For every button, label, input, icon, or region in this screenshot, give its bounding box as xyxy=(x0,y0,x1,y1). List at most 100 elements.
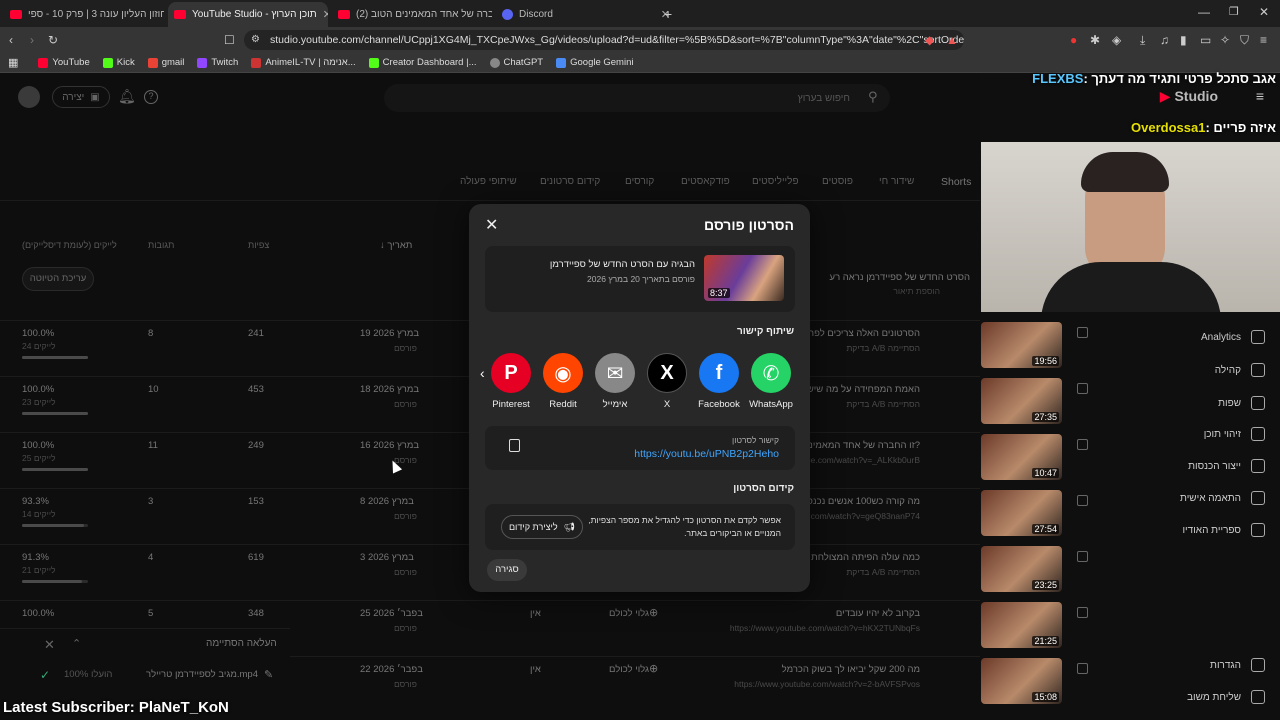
bookmark-gmail[interactable]: gmail xyxy=(147,57,184,68)
sidebar-item-label: קהילה xyxy=(1214,364,1241,376)
close-icon[interactable]: ✕ xyxy=(485,215,498,235)
share-email-button[interactable]: ✉ אימייל xyxy=(595,353,635,410)
bookmark-animeil[interactable]: AnimeIL-TV | אנימה... xyxy=(251,57,356,68)
video-link[interactable]: https://youtu.be/uPNB2p2Heho xyxy=(634,448,779,460)
tab-promotions[interactable]: קידום סרטונים xyxy=(540,176,600,187)
close-window-icon[interactable]: ✕ xyxy=(1259,5,1269,19)
sidebar-item-settings[interactable]: הגדרות xyxy=(1210,658,1265,672)
sidebar-item-community[interactable]: קהילה xyxy=(1215,363,1265,377)
column-comments[interactable]: תגובות xyxy=(148,240,174,250)
wallet-icon[interactable]: ▭ xyxy=(1200,33,1211,47)
row-checkbox[interactable] xyxy=(1077,327,1088,338)
browser-tab-active[interactable]: YouTube Studio - תוכן הערוץ ✕ xyxy=(168,2,328,27)
video-thumbnail[interactable]: 15:08 xyxy=(981,658,1062,704)
downloads-icon[interactable]: ⤓ xyxy=(1140,33,1145,47)
sidebar-item-feedback[interactable]: שליחת משוב xyxy=(1187,690,1265,704)
edit-draft-button[interactable]: עריכת הטיוטה xyxy=(22,267,94,291)
sidebar-item-copyright[interactable]: זיהוי תוכן xyxy=(1204,427,1265,441)
bookmark-kick[interactable]: Kick xyxy=(102,57,135,68)
extension-icon[interactable]: ● xyxy=(1070,33,1077,47)
tab-courses[interactable]: קורסים xyxy=(625,176,654,187)
avatar[interactable] xyxy=(18,86,40,108)
browser-tab[interactable]: האחוזון העליון עונה 3 | פרק 10 - ספי... xyxy=(4,4,164,24)
maximize-icon[interactable]: ❐ xyxy=(1229,5,1239,18)
sidebar-item-audio-library[interactable]: ספריית האודיו xyxy=(1182,523,1265,537)
search-input[interactable]: חיפוש בערוץ xyxy=(384,84,890,112)
video-thumbnail[interactable]: 27:54 xyxy=(981,490,1062,536)
site-info-icon[interactable]: ⚙ xyxy=(251,33,260,47)
share-facebook-button[interactable]: f Facebook xyxy=(698,353,740,410)
create-button[interactable]: יצירה ▣ xyxy=(52,86,110,108)
chevron-up-icon[interactable]: ⌃ xyxy=(72,637,81,650)
close-icon[interactable]: ✕ xyxy=(44,637,55,653)
row-checkbox[interactable] xyxy=(1077,383,1088,394)
column-date[interactable]: ↓ תאריך xyxy=(380,240,412,251)
row-checkbox[interactable] xyxy=(1077,607,1088,618)
hamburger-menu-icon[interactable]: ≡ xyxy=(1256,88,1264,104)
bookmark-youtube[interactable]: YouTube xyxy=(38,57,90,68)
address-bar[interactable]: studio.youtube.com/channel/UCppj1XG4Mj_T… xyxy=(244,30,964,50)
share-x-button[interactable]: XX xyxy=(647,353,687,410)
share-reddit-button[interactable]: ◉ Reddit xyxy=(543,353,583,410)
back-icon[interactable]: ‹ xyxy=(9,33,13,47)
bookmark-icon[interactable]: ☐ xyxy=(224,33,235,47)
bookmark-creator-dashboard[interactable]: Creator Dashboard |... xyxy=(368,57,477,68)
copy-icon[interactable] xyxy=(509,439,520,452)
row-checkbox[interactable] xyxy=(1077,663,1088,674)
edit-pencil-icon[interactable]: ✎ xyxy=(264,668,273,681)
row-checkbox[interactable] xyxy=(1077,439,1088,450)
share-pinterest-button[interactable]: P Pinterest xyxy=(491,353,531,410)
sidebar-toggle-icon[interactable]: ▮ xyxy=(1180,33,1187,47)
browser-tab[interactable]: זו החברה של אחד המאמינים הטוב (2) xyxy=(332,4,492,24)
vpn-icon[interactable]: ⛉ xyxy=(1240,33,1249,47)
reddit-icon: ◉ xyxy=(543,353,583,393)
video-thumbnail[interactable]: 21:25 xyxy=(981,602,1062,648)
sidebar-item-customization[interactable]: התאמה אישית xyxy=(1180,491,1265,505)
apps-icon[interactable]: ▦ xyxy=(8,56,18,69)
sidebar-item-languages[interactable]: שפות xyxy=(1218,396,1265,410)
video-thumbnail[interactable]: 19:56 xyxy=(981,322,1062,368)
bookmark-twitch[interactable]: Twitch xyxy=(197,57,238,68)
tab-live[interactable]: שידור חי xyxy=(879,176,914,187)
link-label: קישור לסרטון xyxy=(732,435,779,445)
chevron-left-icon[interactable]: ‹ xyxy=(480,365,485,381)
new-tab-icon[interactable]: + xyxy=(664,6,672,22)
leo-icon[interactable]: ✧ xyxy=(1220,33,1230,47)
brave-rewards-icon[interactable]: ▲ xyxy=(946,33,958,47)
share-whatsapp-button[interactable]: ✆ WhatsApp xyxy=(749,353,793,410)
menu-icon[interactable]: ≡ xyxy=(1260,33,1267,47)
bookmark-gemini[interactable]: Google Gemini xyxy=(556,57,633,68)
video-thumbnail[interactable]: 10:47 xyxy=(981,434,1062,480)
tab-collaborations[interactable]: שיתופי פעולה xyxy=(460,176,517,187)
tab-posts[interactable]: פוסטים xyxy=(822,176,853,187)
row-checkbox[interactable] xyxy=(1077,551,1088,562)
close-button[interactable]: סגירה xyxy=(487,559,527,581)
extensions-icon[interactable]: ✱ xyxy=(1090,33,1100,47)
minimize-icon[interactable]: — xyxy=(1198,5,1210,19)
globe-icon: ⊕ xyxy=(649,607,659,619)
video-thumbnail[interactable]: 27:35 xyxy=(981,378,1062,424)
notifications-icon[interactable]: 🔔︎ xyxy=(118,88,136,105)
video-date: 18 במרץ 2026 xyxy=(360,384,420,395)
tab-playlists[interactable]: פלייליסטים xyxy=(752,176,799,187)
brave-shield-icon[interactable]: ◆ xyxy=(925,33,934,47)
help-icon[interactable]: ? xyxy=(144,90,158,104)
close-tab-icon[interactable]: ✕ xyxy=(323,8,328,21)
search-icon[interactable]: ⚲ xyxy=(868,89,878,105)
tab-podcasts[interactable]: פודקאסטים xyxy=(681,176,730,187)
bookmark-chatgpt[interactable]: ChatGPT xyxy=(489,57,543,68)
sidebar-item-analytics[interactable]: Analytics xyxy=(1201,330,1265,344)
video-thumbnail[interactable]: 8:37 xyxy=(704,255,784,301)
reload-icon[interactable]: ↻ xyxy=(48,33,58,47)
column-likes[interactable]: לייקים (לעומת דיסלייקים) xyxy=(22,240,117,250)
tab-shorts[interactable]: Shorts xyxy=(941,176,971,188)
browser-tab[interactable]: Discord ✕ xyxy=(496,4,676,24)
row-checkbox[interactable] xyxy=(1077,495,1088,506)
sidebar-item-monetization[interactable]: ייצור הכנסות xyxy=(1188,459,1265,473)
media-icon[interactable]: ♫ xyxy=(1160,33,1169,47)
forward-icon[interactable]: › xyxy=(30,33,34,47)
create-promotion-button[interactable]: ליצירת קידום 📢︎ xyxy=(501,515,583,539)
video-thumbnail[interactable]: 23:25 xyxy=(981,546,1062,592)
column-views[interactable]: צפיות xyxy=(248,240,269,250)
extension-icon[interactable]: ◈ xyxy=(1112,33,1121,47)
